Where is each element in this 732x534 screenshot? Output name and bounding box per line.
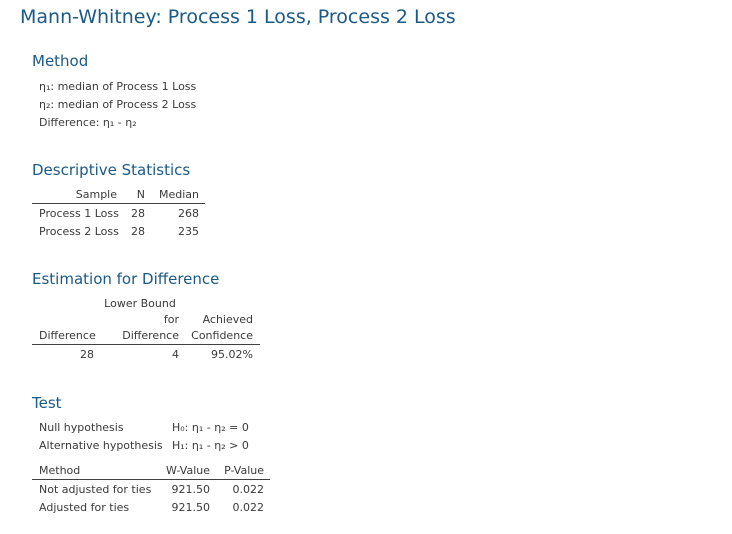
- lower-bound-cell: 4: [172, 348, 179, 361]
- column-header-achieved-line1: Achieved: [202, 313, 253, 326]
- table-header-rule: [32, 344, 260, 345]
- method-line-difference: Difference: η₁ - η₂: [39, 116, 137, 129]
- sample-cell: Process 1 Loss: [39, 207, 119, 220]
- column-header-w-value: W-Value: [166, 464, 210, 477]
- alternative-hypothesis-label: Alternative hypothesis: [39, 439, 163, 452]
- p-value-cell: 0.022: [232, 483, 265, 496]
- column-header-method: Method: [39, 464, 81, 477]
- n-cell: 28: [131, 225, 145, 238]
- null-hypothesis-value: H₀: η₁ - η₂ = 0: [172, 421, 249, 434]
- test-heading: Test: [32, 394, 62, 412]
- method-line-eta2: η₂: median of Process 2 Loss: [39, 98, 197, 111]
- column-header-lower-bound-line1: Lower Bound: [104, 297, 176, 310]
- column-header-sample: Sample: [75, 188, 117, 201]
- w-value-cell: 921.50: [171, 483, 211, 496]
- column-header-difference: Difference: [39, 329, 96, 342]
- alternative-hypothesis-value: H₁: η₁ - η₂ > 0: [172, 439, 249, 452]
- sample-cell: Process 2 Loss: [39, 225, 119, 238]
- n-cell: 28: [131, 207, 145, 220]
- method-cell: Not adjusted for ties: [39, 483, 152, 496]
- output-page: Mann-Whitney: Process 1 Loss, Process 2 …: [0, 0, 732, 534]
- column-header-n: N: [136, 188, 145, 201]
- table-header-rule: [32, 203, 205, 204]
- column-header-p-value: P-Value: [224, 464, 264, 477]
- estimation-heading: Estimation for Difference: [32, 270, 220, 288]
- method-cell: Adjusted for ties: [39, 501, 130, 514]
- column-header-lower-bound-line3: Difference: [122, 329, 179, 342]
- descriptive-statistics-heading: Descriptive Statistics: [32, 161, 191, 179]
- median-cell: 235: [178, 225, 199, 238]
- null-hypothesis-label: Null hypothesis: [39, 421, 124, 434]
- column-header-median: Median: [158, 188, 199, 201]
- table-header-rule: [32, 479, 270, 480]
- method-heading: Method: [32, 52, 89, 70]
- column-header-lower-bound-line2: for: [163, 313, 179, 326]
- column-header-achieved-line2: Confidence: [191, 329, 253, 342]
- method-line-eta1: η₁: median of Process 1 Loss: [39, 80, 197, 93]
- difference-cell: 28: [80, 348, 94, 361]
- page-title: Mann-Whitney: Process 1 Loss, Process 2 …: [20, 6, 456, 28]
- achieved-confidence-cell: 95.02%: [211, 348, 253, 361]
- median-cell: 268: [178, 207, 199, 220]
- p-value-cell: 0.022: [232, 501, 265, 514]
- w-value-cell: 921.50: [171, 501, 211, 514]
